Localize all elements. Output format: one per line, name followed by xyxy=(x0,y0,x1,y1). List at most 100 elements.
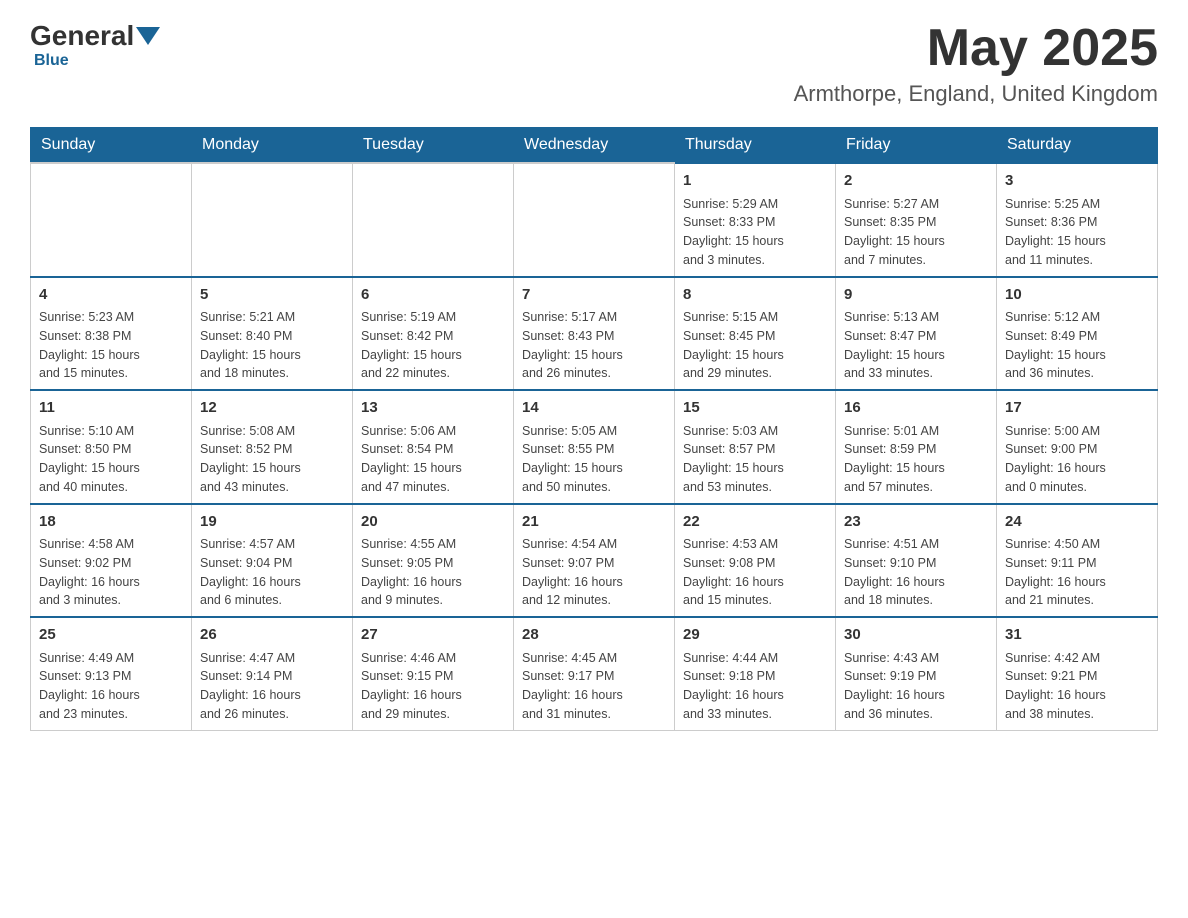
calendar-table: SundayMondayTuesdayWednesdayThursdayFrid… xyxy=(30,127,1158,731)
day-info: Sunrise: 4:51 AM Sunset: 9:10 PM Dayligh… xyxy=(844,535,988,610)
day-number: 21 xyxy=(522,511,666,534)
calendar-cell: 15Sunrise: 5:03 AM Sunset: 8:57 PM Dayli… xyxy=(675,390,836,504)
calendar-cell: 28Sunrise: 4:45 AM Sunset: 9:17 PM Dayli… xyxy=(514,617,675,730)
weekday-header-friday: Friday xyxy=(836,128,997,164)
calendar-cell: 24Sunrise: 4:50 AM Sunset: 9:11 PM Dayli… xyxy=(997,504,1158,618)
calendar-cell: 10Sunrise: 5:12 AM Sunset: 8:49 PM Dayli… xyxy=(997,277,1158,391)
day-info: Sunrise: 5:19 AM Sunset: 8:42 PM Dayligh… xyxy=(361,308,505,383)
day-info: Sunrise: 5:00 AM Sunset: 9:00 PM Dayligh… xyxy=(1005,422,1149,497)
day-number: 18 xyxy=(39,511,183,534)
day-info: Sunrise: 4:50 AM Sunset: 9:11 PM Dayligh… xyxy=(1005,535,1149,610)
day-info: Sunrise: 4:43 AM Sunset: 9:19 PM Dayligh… xyxy=(844,649,988,724)
calendar-cell: 25Sunrise: 4:49 AM Sunset: 9:13 PM Dayli… xyxy=(31,617,192,730)
day-number: 16 xyxy=(844,397,988,420)
logo-triangle-icon xyxy=(136,27,160,45)
weekday-header-sunday: Sunday xyxy=(31,128,192,164)
calendar-week-row: 4Sunrise: 5:23 AM Sunset: 8:38 PM Daylig… xyxy=(31,277,1158,391)
day-info: Sunrise: 4:57 AM Sunset: 9:04 PM Dayligh… xyxy=(200,535,344,610)
day-number: 24 xyxy=(1005,511,1149,534)
calendar-cell: 27Sunrise: 4:46 AM Sunset: 9:15 PM Dayli… xyxy=(353,617,514,730)
day-info: Sunrise: 5:01 AM Sunset: 8:59 PM Dayligh… xyxy=(844,422,988,497)
day-number: 31 xyxy=(1005,624,1149,647)
calendar-cell: 16Sunrise: 5:01 AM Sunset: 8:59 PM Dayli… xyxy=(836,390,997,504)
calendar-cell: 4Sunrise: 5:23 AM Sunset: 8:38 PM Daylig… xyxy=(31,277,192,391)
day-number: 22 xyxy=(683,511,827,534)
calendar-cell xyxy=(192,163,353,277)
weekday-header-tuesday: Tuesday xyxy=(353,128,514,164)
day-number: 12 xyxy=(200,397,344,420)
day-number: 29 xyxy=(683,624,827,647)
day-number: 14 xyxy=(522,397,666,420)
day-info: Sunrise: 5:06 AM Sunset: 8:54 PM Dayligh… xyxy=(361,422,505,497)
calendar-cell: 23Sunrise: 4:51 AM Sunset: 9:10 PM Dayli… xyxy=(836,504,997,618)
weekday-header-wednesday: Wednesday xyxy=(514,128,675,164)
calendar-week-row: 11Sunrise: 5:10 AM Sunset: 8:50 PM Dayli… xyxy=(31,390,1158,504)
day-number: 2 xyxy=(844,170,988,193)
calendar-cell: 13Sunrise: 5:06 AM Sunset: 8:54 PM Dayli… xyxy=(353,390,514,504)
day-info: Sunrise: 4:49 AM Sunset: 9:13 PM Dayligh… xyxy=(39,649,183,724)
day-info: Sunrise: 5:21 AM Sunset: 8:40 PM Dayligh… xyxy=(200,308,344,383)
calendar-cell: 8Sunrise: 5:15 AM Sunset: 8:45 PM Daylig… xyxy=(675,277,836,391)
calendar-cell: 5Sunrise: 5:21 AM Sunset: 8:40 PM Daylig… xyxy=(192,277,353,391)
weekday-header-saturday: Saturday xyxy=(997,128,1158,164)
day-info: Sunrise: 5:03 AM Sunset: 8:57 PM Dayligh… xyxy=(683,422,827,497)
day-info: Sunrise: 4:47 AM Sunset: 9:14 PM Dayligh… xyxy=(200,649,344,724)
calendar-cell xyxy=(514,163,675,277)
day-number: 27 xyxy=(361,624,505,647)
logo: General Blue xyxy=(30,20,162,70)
title-section: May 2025 Armthorpe, England, United King… xyxy=(794,20,1158,107)
day-info: Sunrise: 4:46 AM Sunset: 9:15 PM Dayligh… xyxy=(361,649,505,724)
calendar-cell: 17Sunrise: 5:00 AM Sunset: 9:00 PM Dayli… xyxy=(997,390,1158,504)
calendar-cell: 30Sunrise: 4:43 AM Sunset: 9:19 PM Dayli… xyxy=(836,617,997,730)
calendar-cell: 22Sunrise: 4:53 AM Sunset: 9:08 PM Dayli… xyxy=(675,504,836,618)
day-info: Sunrise: 4:55 AM Sunset: 9:05 PM Dayligh… xyxy=(361,535,505,610)
day-number: 7 xyxy=(522,284,666,307)
calendar-cell: 18Sunrise: 4:58 AM Sunset: 9:02 PM Dayli… xyxy=(31,504,192,618)
day-number: 4 xyxy=(39,284,183,307)
day-number: 8 xyxy=(683,284,827,307)
day-info: Sunrise: 4:58 AM Sunset: 9:02 PM Dayligh… xyxy=(39,535,183,610)
calendar-cell: 9Sunrise: 5:13 AM Sunset: 8:47 PM Daylig… xyxy=(836,277,997,391)
calendar-header-row: SundayMondayTuesdayWednesdayThursdayFrid… xyxy=(31,128,1158,164)
calendar-cell: 14Sunrise: 5:05 AM Sunset: 8:55 PM Dayli… xyxy=(514,390,675,504)
calendar-cell: 2Sunrise: 5:27 AM Sunset: 8:35 PM Daylig… xyxy=(836,163,997,277)
day-number: 17 xyxy=(1005,397,1149,420)
day-number: 26 xyxy=(200,624,344,647)
calendar-cell: 1Sunrise: 5:29 AM Sunset: 8:33 PM Daylig… xyxy=(675,163,836,277)
day-info: Sunrise: 4:42 AM Sunset: 9:21 PM Dayligh… xyxy=(1005,649,1149,724)
day-info: Sunrise: 4:45 AM Sunset: 9:17 PM Dayligh… xyxy=(522,649,666,724)
calendar-cell: 6Sunrise: 5:19 AM Sunset: 8:42 PM Daylig… xyxy=(353,277,514,391)
day-number: 25 xyxy=(39,624,183,647)
day-number: 3 xyxy=(1005,170,1149,193)
calendar-cell: 3Sunrise: 5:25 AM Sunset: 8:36 PM Daylig… xyxy=(997,163,1158,277)
calendar-cell: 29Sunrise: 4:44 AM Sunset: 9:18 PM Dayli… xyxy=(675,617,836,730)
calendar-cell: 21Sunrise: 4:54 AM Sunset: 9:07 PM Dayli… xyxy=(514,504,675,618)
day-info: Sunrise: 5:12 AM Sunset: 8:49 PM Dayligh… xyxy=(1005,308,1149,383)
day-number: 10 xyxy=(1005,284,1149,307)
day-number: 6 xyxy=(361,284,505,307)
weekday-header-thursday: Thursday xyxy=(675,128,836,164)
calendar-cell: 31Sunrise: 4:42 AM Sunset: 9:21 PM Dayli… xyxy=(997,617,1158,730)
day-number: 5 xyxy=(200,284,344,307)
day-number: 28 xyxy=(522,624,666,647)
calendar-cell: 20Sunrise: 4:55 AM Sunset: 9:05 PM Dayli… xyxy=(353,504,514,618)
day-number: 23 xyxy=(844,511,988,534)
day-number: 9 xyxy=(844,284,988,307)
day-info: Sunrise: 5:23 AM Sunset: 8:38 PM Dayligh… xyxy=(39,308,183,383)
calendar-cell: 11Sunrise: 5:10 AM Sunset: 8:50 PM Dayli… xyxy=(31,390,192,504)
calendar-week-row: 25Sunrise: 4:49 AM Sunset: 9:13 PM Dayli… xyxy=(31,617,1158,730)
month-title: May 2025 xyxy=(794,20,1158,77)
day-info: Sunrise: 5:25 AM Sunset: 8:36 PM Dayligh… xyxy=(1005,195,1149,270)
day-number: 11 xyxy=(39,397,183,420)
day-info: Sunrise: 5:05 AM Sunset: 8:55 PM Dayligh… xyxy=(522,422,666,497)
day-info: Sunrise: 5:27 AM Sunset: 8:35 PM Dayligh… xyxy=(844,195,988,270)
calendar-cell xyxy=(31,163,192,277)
calendar-week-row: 18Sunrise: 4:58 AM Sunset: 9:02 PM Dayli… xyxy=(31,504,1158,618)
calendar-cell: 7Sunrise: 5:17 AM Sunset: 8:43 PM Daylig… xyxy=(514,277,675,391)
day-number: 20 xyxy=(361,511,505,534)
day-number: 15 xyxy=(683,397,827,420)
location-subtitle: Armthorpe, England, United Kingdom xyxy=(794,81,1158,107)
day-number: 30 xyxy=(844,624,988,647)
day-number: 19 xyxy=(200,511,344,534)
day-number: 13 xyxy=(361,397,505,420)
